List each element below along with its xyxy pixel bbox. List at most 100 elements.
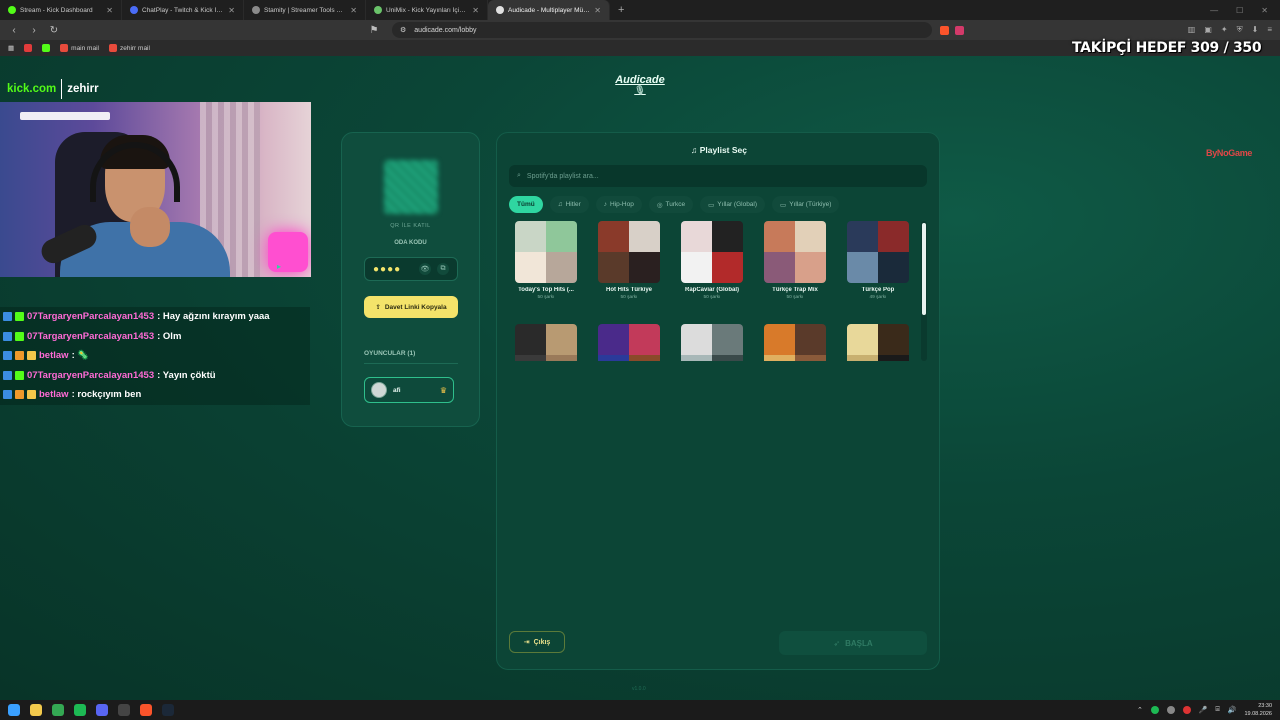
playlist-card[interactable]: Today's Top Hits (... 50 şarkı bbox=[509, 221, 583, 300]
playlist-card[interactable]: RapCaviar (Global) 50 şarkı bbox=[675, 221, 749, 300]
maximize-icon[interactable]: ☐ bbox=[1236, 6, 1243, 15]
forward-icon[interactable]: › bbox=[28, 25, 40, 36]
filter-icon: ▭ bbox=[708, 201, 715, 209]
volume-icon[interactable]: 🔊 bbox=[1228, 706, 1237, 714]
network-icon[interactable]: ⌸ bbox=[1216, 706, 1220, 714]
browser-tab[interactable]: UniMix - Kick Yayınları İçin Kelime Ba ✕ bbox=[366, 0, 488, 20]
obs-icon[interactable] bbox=[118, 704, 130, 716]
browser-tab[interactable]: ChatPlay - Twitch & Kick İzleyici Etkil✕ bbox=[122, 0, 244, 20]
browser-tab[interactable]: Stamity | Streamer Tools & Party Gam ✕ bbox=[244, 0, 366, 20]
playlist-card[interactable] bbox=[509, 324, 583, 361]
bynogame-text: ByNoGame bbox=[1206, 148, 1253, 158]
close-tab-icon[interactable]: ✕ bbox=[472, 6, 479, 15]
playlist-panel: ♫ Playlist Seç ⌕ Spotify'da playlist ara… bbox=[496, 132, 940, 670]
start-button[interactable]: ➶ BAŞLA bbox=[779, 631, 927, 655]
playlist-scrollbar[interactable] bbox=[921, 221, 927, 361]
download-icon[interactable]: ⬇ bbox=[1252, 25, 1259, 35]
app-tray-icon[interactable] bbox=[1182, 706, 1191, 714]
discord-icon[interactable] bbox=[96, 704, 108, 716]
spotify-icon[interactable] bbox=[74, 704, 86, 716]
eye-icon[interactable]: 👁 bbox=[419, 263, 431, 275]
close-tab-icon[interactable]: ✕ bbox=[106, 6, 113, 15]
filter-chip[interactable]: ♪ Hip-Hop bbox=[595, 196, 642, 213]
mic-icon[interactable]: 🎤 bbox=[1199, 706, 1208, 714]
playlist-name: Today's Top Hits (... bbox=[518, 287, 574, 293]
close-tab-icon[interactable]: ✕ bbox=[594, 6, 601, 15]
bookmark-icon[interactable]: ⚑ bbox=[368, 25, 380, 36]
filter-label: Hip-Hop bbox=[610, 201, 634, 208]
windows-start-icon[interactable] bbox=[8, 704, 20, 716]
system-clock[interactable]: 23:30 19.08.2026 bbox=[1244, 702, 1272, 718]
file-explorer-icon[interactable] bbox=[30, 704, 42, 716]
footer-text: v1.0.0 bbox=[632, 686, 646, 692]
menu-icon[interactable]: ≡ bbox=[1267, 25, 1272, 35]
cover-quadrant bbox=[712, 324, 743, 355]
browser-tab[interactable]: Audicade - Multiplayer Müzik Ta✕ bbox=[488, 0, 610, 20]
sidebar-icon[interactable]: ▥ bbox=[1188, 25, 1196, 35]
playlist-grid: Today's Top Hits (... 50 şarkı Hot Hits Tü… bbox=[509, 221, 917, 361]
close-tab-icon[interactable]: ✕ bbox=[350, 6, 357, 15]
playlist-card[interactable] bbox=[675, 324, 749, 361]
playlist-card[interactable]: Türkçe Trap Mix 50 şarkı bbox=[758, 221, 832, 300]
browser-tab[interactable]: Stream - Kick Dashboard ✕ bbox=[0, 0, 122, 20]
bookmark-item[interactable]: zehirr mail bbox=[108, 44, 150, 52]
extensions-icon[interactable]: ✦ bbox=[1221, 25, 1228, 35]
shield-icon[interactable]: ⛨ bbox=[1237, 25, 1243, 35]
playlist-card[interactable]: Türkçe Pop 49 şarkı bbox=[841, 221, 915, 300]
wallet-icon[interactable]: ▣ bbox=[1204, 25, 1212, 35]
room-code-box: ●●●● 👁 ⧉ bbox=[364, 257, 458, 281]
close-tab-icon[interactable]: ✕ bbox=[228, 6, 235, 15]
apps-grid-icon[interactable]: ▦ bbox=[8, 44, 14, 52]
bookmark-item[interactable] bbox=[42, 44, 51, 52]
webcam-overlay bbox=[0, 102, 311, 277]
exit-button[interactable]: ⇥ Çıkış bbox=[509, 631, 565, 653]
playlist-card[interactable] bbox=[592, 324, 666, 361]
playlist-card[interactable] bbox=[841, 324, 915, 361]
playlist-search-input[interactable]: ⌕ Spotify'da playlist ara... bbox=[509, 165, 927, 187]
cover-quadrant bbox=[764, 252, 795, 283]
chat-text: : Olm bbox=[157, 330, 182, 342]
tab-favicon-icon bbox=[130, 6, 138, 14]
filter-chip[interactable]: ◎ Turkce bbox=[648, 196, 694, 213]
chevron-up-icon[interactable]: ⌃ bbox=[1137, 706, 1143, 714]
filter-chip[interactable]: ▭ Yıllar (Global) bbox=[700, 196, 766, 213]
cover-quadrant bbox=[629, 324, 660, 355]
cover-quadrant bbox=[681, 252, 712, 283]
webcam-person-hand bbox=[130, 207, 170, 247]
playlist-card[interactable] bbox=[758, 324, 832, 361]
playlist-name: Hot Hits Türkiye bbox=[605, 287, 652, 293]
filter-chip[interactable]: Tümü bbox=[509, 196, 543, 213]
filter-chip[interactable]: ▭ Yıllar (Türkiye) bbox=[772, 196, 840, 213]
steam-tray-icon[interactable] bbox=[1166, 706, 1175, 714]
playlist-card[interactable]: Hot Hits Türkiye 50 şarkı bbox=[592, 221, 666, 300]
steam-icon[interactable] bbox=[162, 704, 174, 716]
new-tab-button[interactable]: + bbox=[610, 4, 632, 16]
minimize-icon[interactable]: — bbox=[1210, 6, 1218, 15]
brave-icon[interactable] bbox=[140, 704, 152, 716]
bookmark-item[interactable] bbox=[24, 44, 33, 52]
cover-quadrant bbox=[712, 221, 743, 252]
close-window-icon[interactable]: ✕ bbox=[1261, 6, 1268, 15]
bookmark-item[interactable]: main mail bbox=[60, 44, 99, 52]
back-icon[interactable]: ‹ bbox=[8, 25, 20, 36]
copy-icon[interactable]: ⧉ bbox=[437, 263, 449, 275]
scrollbar-thumb[interactable] bbox=[922, 223, 926, 315]
chat-username: 07TargaryenParcalayan1453 bbox=[27, 311, 155, 323]
reload-icon[interactable]: ↻ bbox=[48, 25, 60, 36]
filter-chip[interactable]: ♫ Hitler bbox=[549, 196, 589, 213]
brave-rewards-icon[interactable] bbox=[955, 25, 964, 35]
site-info-icon[interactable]: ⚙ bbox=[400, 26, 406, 34]
filter-icon: ▭ bbox=[780, 201, 787, 209]
brave-shields-icon[interactable] bbox=[940, 25, 949, 35]
cover-quadrant bbox=[764, 324, 795, 355]
crown-icon: ♛ bbox=[439, 385, 447, 395]
audicade-logo[interactable]: Audicade 🎙 bbox=[600, 74, 680, 96]
mouse-cursor-icon: ▸ bbox=[277, 262, 282, 271]
chrome-icon[interactable] bbox=[52, 704, 64, 716]
chat-message: betlaw: rockçıyım ben bbox=[0, 385, 310, 405]
spotify-tray-icon[interactable] bbox=[1150, 706, 1159, 714]
chat-message: 07TargaryenParcalayan1453: Yayın çöktü bbox=[0, 365, 310, 385]
url-field[interactable]: ⚙ audicade.com/lobby bbox=[392, 22, 932, 38]
copy-invite-link-button[interactable]: ⇪ Davet Linki Kopyala bbox=[364, 296, 458, 318]
search-icon: ⌕ bbox=[517, 172, 521, 179]
